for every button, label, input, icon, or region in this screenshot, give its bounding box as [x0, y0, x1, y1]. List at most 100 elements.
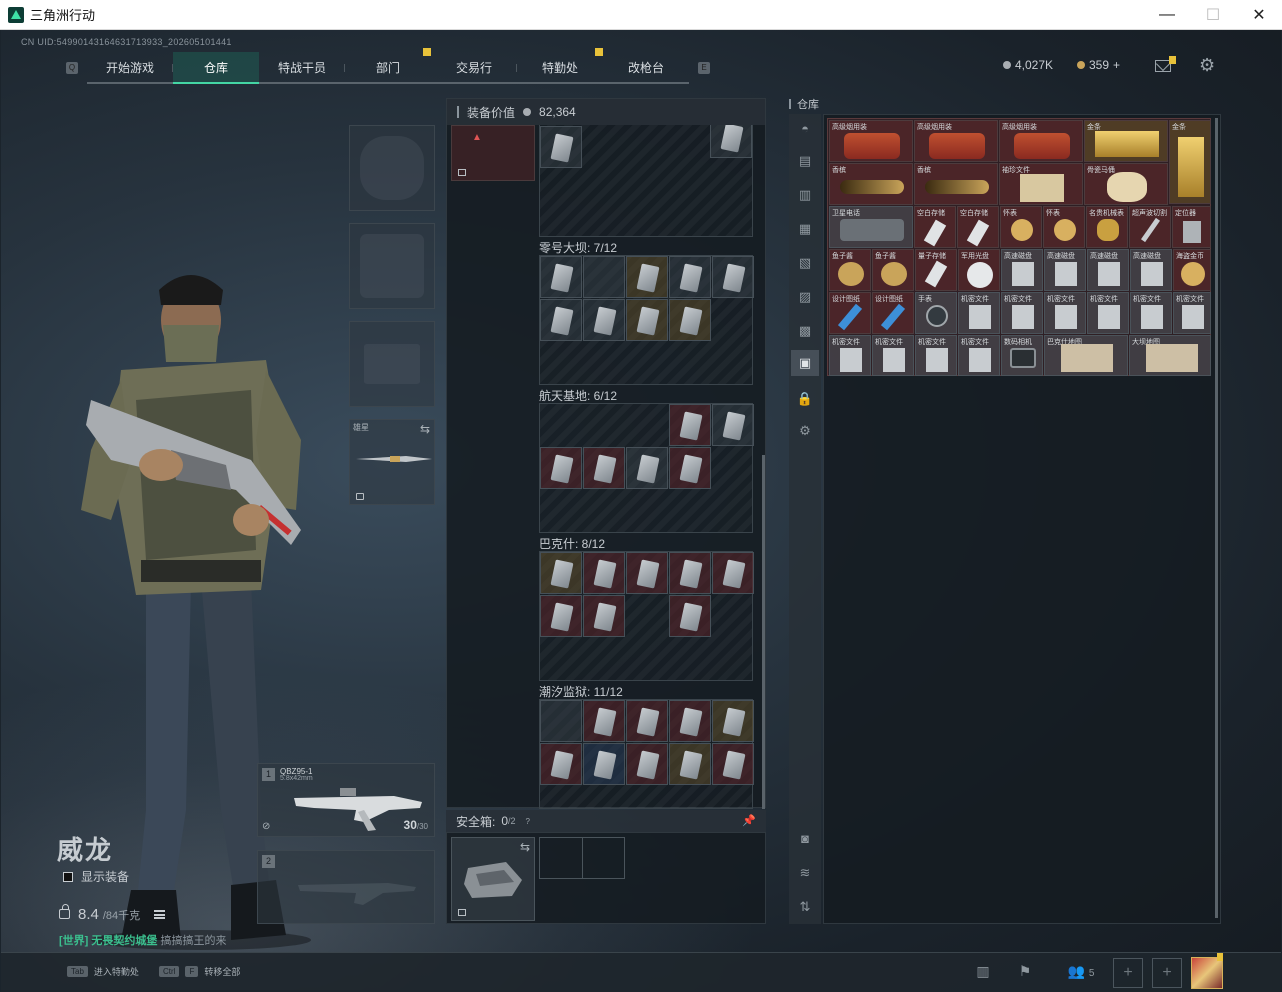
medical-filter-icon[interactable]: ▩ [795, 322, 815, 340]
invite-slot-button[interactable]: + [1152, 958, 1182, 988]
stash-item[interactable]: 香槟 [829, 163, 913, 205]
stash-item[interactable]: 鱼子酱 [872, 249, 914, 291]
maximize-button[interactable]: ☐ [1190, 0, 1236, 30]
tab-trading[interactable]: 交易行 [431, 52, 517, 84]
stash-item[interactable]: 超声波切割 [1129, 206, 1171, 248]
helmet-filter-icon[interactable]: ◓ [795, 120, 815, 138]
stash-item[interactable]: 高级烟用装 [999, 120, 1083, 162]
nav-left-key-icon[interactable]: Q [57, 52, 87, 84]
stash-item[interactable]: 机密文件 [958, 335, 1000, 376]
stash-item[interactable]: 金条 [1084, 120, 1168, 162]
stash-item[interactable]: 大坝地图 [1129, 335, 1211, 376]
primary-weapon-slot[interactable]: 1 QBZ95-1 5.8x42mm 30/30 ⊘ [257, 763, 435, 837]
helmet-slot[interactable] [349, 125, 435, 211]
stash-item[interactable]: 高速磁盘 [1001, 249, 1043, 291]
stash-item[interactable]: 袖珍文件 [999, 163, 1083, 205]
stash-item[interactable]: 机密文件 [1087, 292, 1129, 334]
armor-slot[interactable] [349, 223, 435, 309]
stash-item[interactable]: 骨瓷马俑 [1084, 163, 1168, 205]
minimize-button[interactable]: — [1144, 0, 1190, 30]
swap-icon[interactable]: ⇆ [420, 422, 430, 436]
armor-filter-icon[interactable]: ▤ [795, 152, 815, 170]
weapon-filter-icon[interactable]: ▧ [795, 254, 815, 272]
secondary-weapon-slot[interactable]: 2 [257, 850, 435, 924]
stash-item[interactable]: 定位器 [1172, 206, 1211, 248]
equipment-list[interactable]: ▲ 零号大坝: 7/12 航天基地: 6/12 巴克什: 8/12 潮汐监狱: … [447, 125, 765, 809]
friends-icon[interactable]: 👥 5 [1061, 963, 1101, 981]
tab-gunsmith[interactable]: 改枪台 [603, 52, 689, 84]
lock-filter-icon[interactable]: 🔒 [795, 390, 815, 408]
gold-currency[interactable]: 359 + [1077, 58, 1120, 72]
pin-icon[interactable]: 📌 [742, 814, 756, 827]
backpack-slot[interactable]: ▲ [451, 125, 535, 181]
stash-item[interactable]: 高速磁盘 [1044, 249, 1086, 291]
stash-item[interactable]: 高速磁盘 [1130, 249, 1172, 291]
show-gear-toggle[interactable]: 显示装备 [63, 868, 129, 885]
settings-gear-icon[interactable]: ⚙ [1199, 56, 1217, 74]
help-icon[interactable]: ? [526, 817, 530, 826]
flag-icon[interactable]: ⚑ [1015, 963, 1035, 981]
rig-filter-icon[interactable]: ▦ [795, 220, 815, 238]
nav-right-key-icon[interactable]: E [689, 52, 719, 84]
show-gear-checkbox[interactable] [63, 871, 73, 882]
settings-filter-icon[interactable]: ⚙ [795, 422, 815, 440]
stash-item[interactable]: 机密文件 [958, 292, 1000, 334]
stash-item[interactable]: 高级烟用装 [914, 120, 998, 162]
weight-details-icon[interactable] [154, 910, 166, 919]
stash-item[interactable]: 高级烟用装 [829, 120, 913, 162]
stash-item[interactable]: 机密文件 [915, 335, 957, 376]
close-button[interactable]: ✕ [1236, 0, 1282, 30]
collectibles-filter-icon[interactable]: ▣ [791, 350, 819, 376]
stash-item[interactable]: 量子存储 [915, 249, 957, 291]
safe-box-empty-slot[interactable] [539, 837, 625, 879]
key-case-dam[interactable] [539, 255, 754, 385]
avatar[interactable] [1191, 957, 1223, 989]
camera-icon[interactable]: ◙ [795, 830, 815, 848]
tab-department[interactable]: 部门 [345, 48, 431, 84]
tab-special-ops[interactable]: 特勤处 [517, 48, 603, 84]
stash-item[interactable]: 机密文件 [1173, 292, 1211, 334]
add-gold-button[interactable]: + [1113, 58, 1120, 72]
stats-icon[interactable]: ▥ [973, 963, 993, 981]
stash-item[interactable]: 设计图纸 [829, 292, 871, 334]
stash-item[interactable]: 怀表 [1000, 206, 1042, 248]
stash-item[interactable]: 高速磁盘 [1087, 249, 1129, 291]
stash-item[interactable]: 空白存储 [914, 206, 956, 248]
stash-item[interactable]: 空白存储 [957, 206, 999, 248]
stash-item[interactable]: 海盗金币 [1173, 249, 1211, 291]
stash-item[interactable]: 设计图纸 [872, 292, 914, 334]
melee-slot[interactable]: 雄星 ⇆ [349, 419, 435, 505]
stash-item[interactable]: 手表 [915, 292, 957, 334]
stash-item[interactable]: 机密文件 [1044, 292, 1086, 334]
stash-item[interactable]: 卫星电话 [829, 206, 913, 248]
stash-item[interactable]: 香槟 [914, 163, 998, 205]
stash-item[interactable]: 巴克什地图 [1044, 335, 1128, 376]
key-case-bakhsh[interactable] [539, 551, 754, 681]
stash-item[interactable]: 数码相机 [1001, 335, 1043, 376]
tab-warehouse[interactable]: 仓库 [173, 52, 259, 84]
key-case-partial[interactable] [539, 125, 753, 237]
layers-icon[interactable]: ≋ [795, 864, 815, 882]
tab-operators[interactable]: 特战干员 [259, 52, 345, 84]
safe-box-container[interactable]: ⇆ [451, 837, 535, 921]
stash-item[interactable]: 鱼子酱 [829, 249, 871, 291]
key-cell[interactable] [710, 125, 752, 158]
tab-start-game[interactable]: 开始游戏 [87, 52, 173, 84]
hint-enter-special-ops[interactable]: Tab 进入特勤处 [67, 965, 139, 978]
stash-item[interactable]: 怀表 [1043, 206, 1085, 248]
key-case-spacebase[interactable] [539, 403, 754, 533]
stash-item[interactable]: 机密文件 [829, 335, 871, 376]
pistol-slot[interactable] [349, 321, 435, 407]
key-cell[interactable] [540, 126, 582, 168]
ammo-filter-icon[interactable]: ▨ [795, 288, 815, 306]
stash-item[interactable]: 机密文件 [1130, 292, 1172, 334]
stash-item[interactable]: 机密文件 [872, 335, 914, 376]
backpack-filter-icon[interactable]: ▥ [795, 186, 815, 204]
equipment-scrollbar[interactable] [762, 455, 765, 809]
stash-item[interactable]: 名贵机械表 [1086, 206, 1128, 248]
stash-item[interactable]: 机密文件 [1001, 292, 1043, 334]
invite-slot-button[interactable]: + [1113, 958, 1143, 988]
key-case-prison[interactable] [539, 699, 754, 809]
stash-scrollbar[interactable] [1215, 118, 1218, 918]
swap-icon[interactable]: ⇆ [520, 840, 530, 854]
